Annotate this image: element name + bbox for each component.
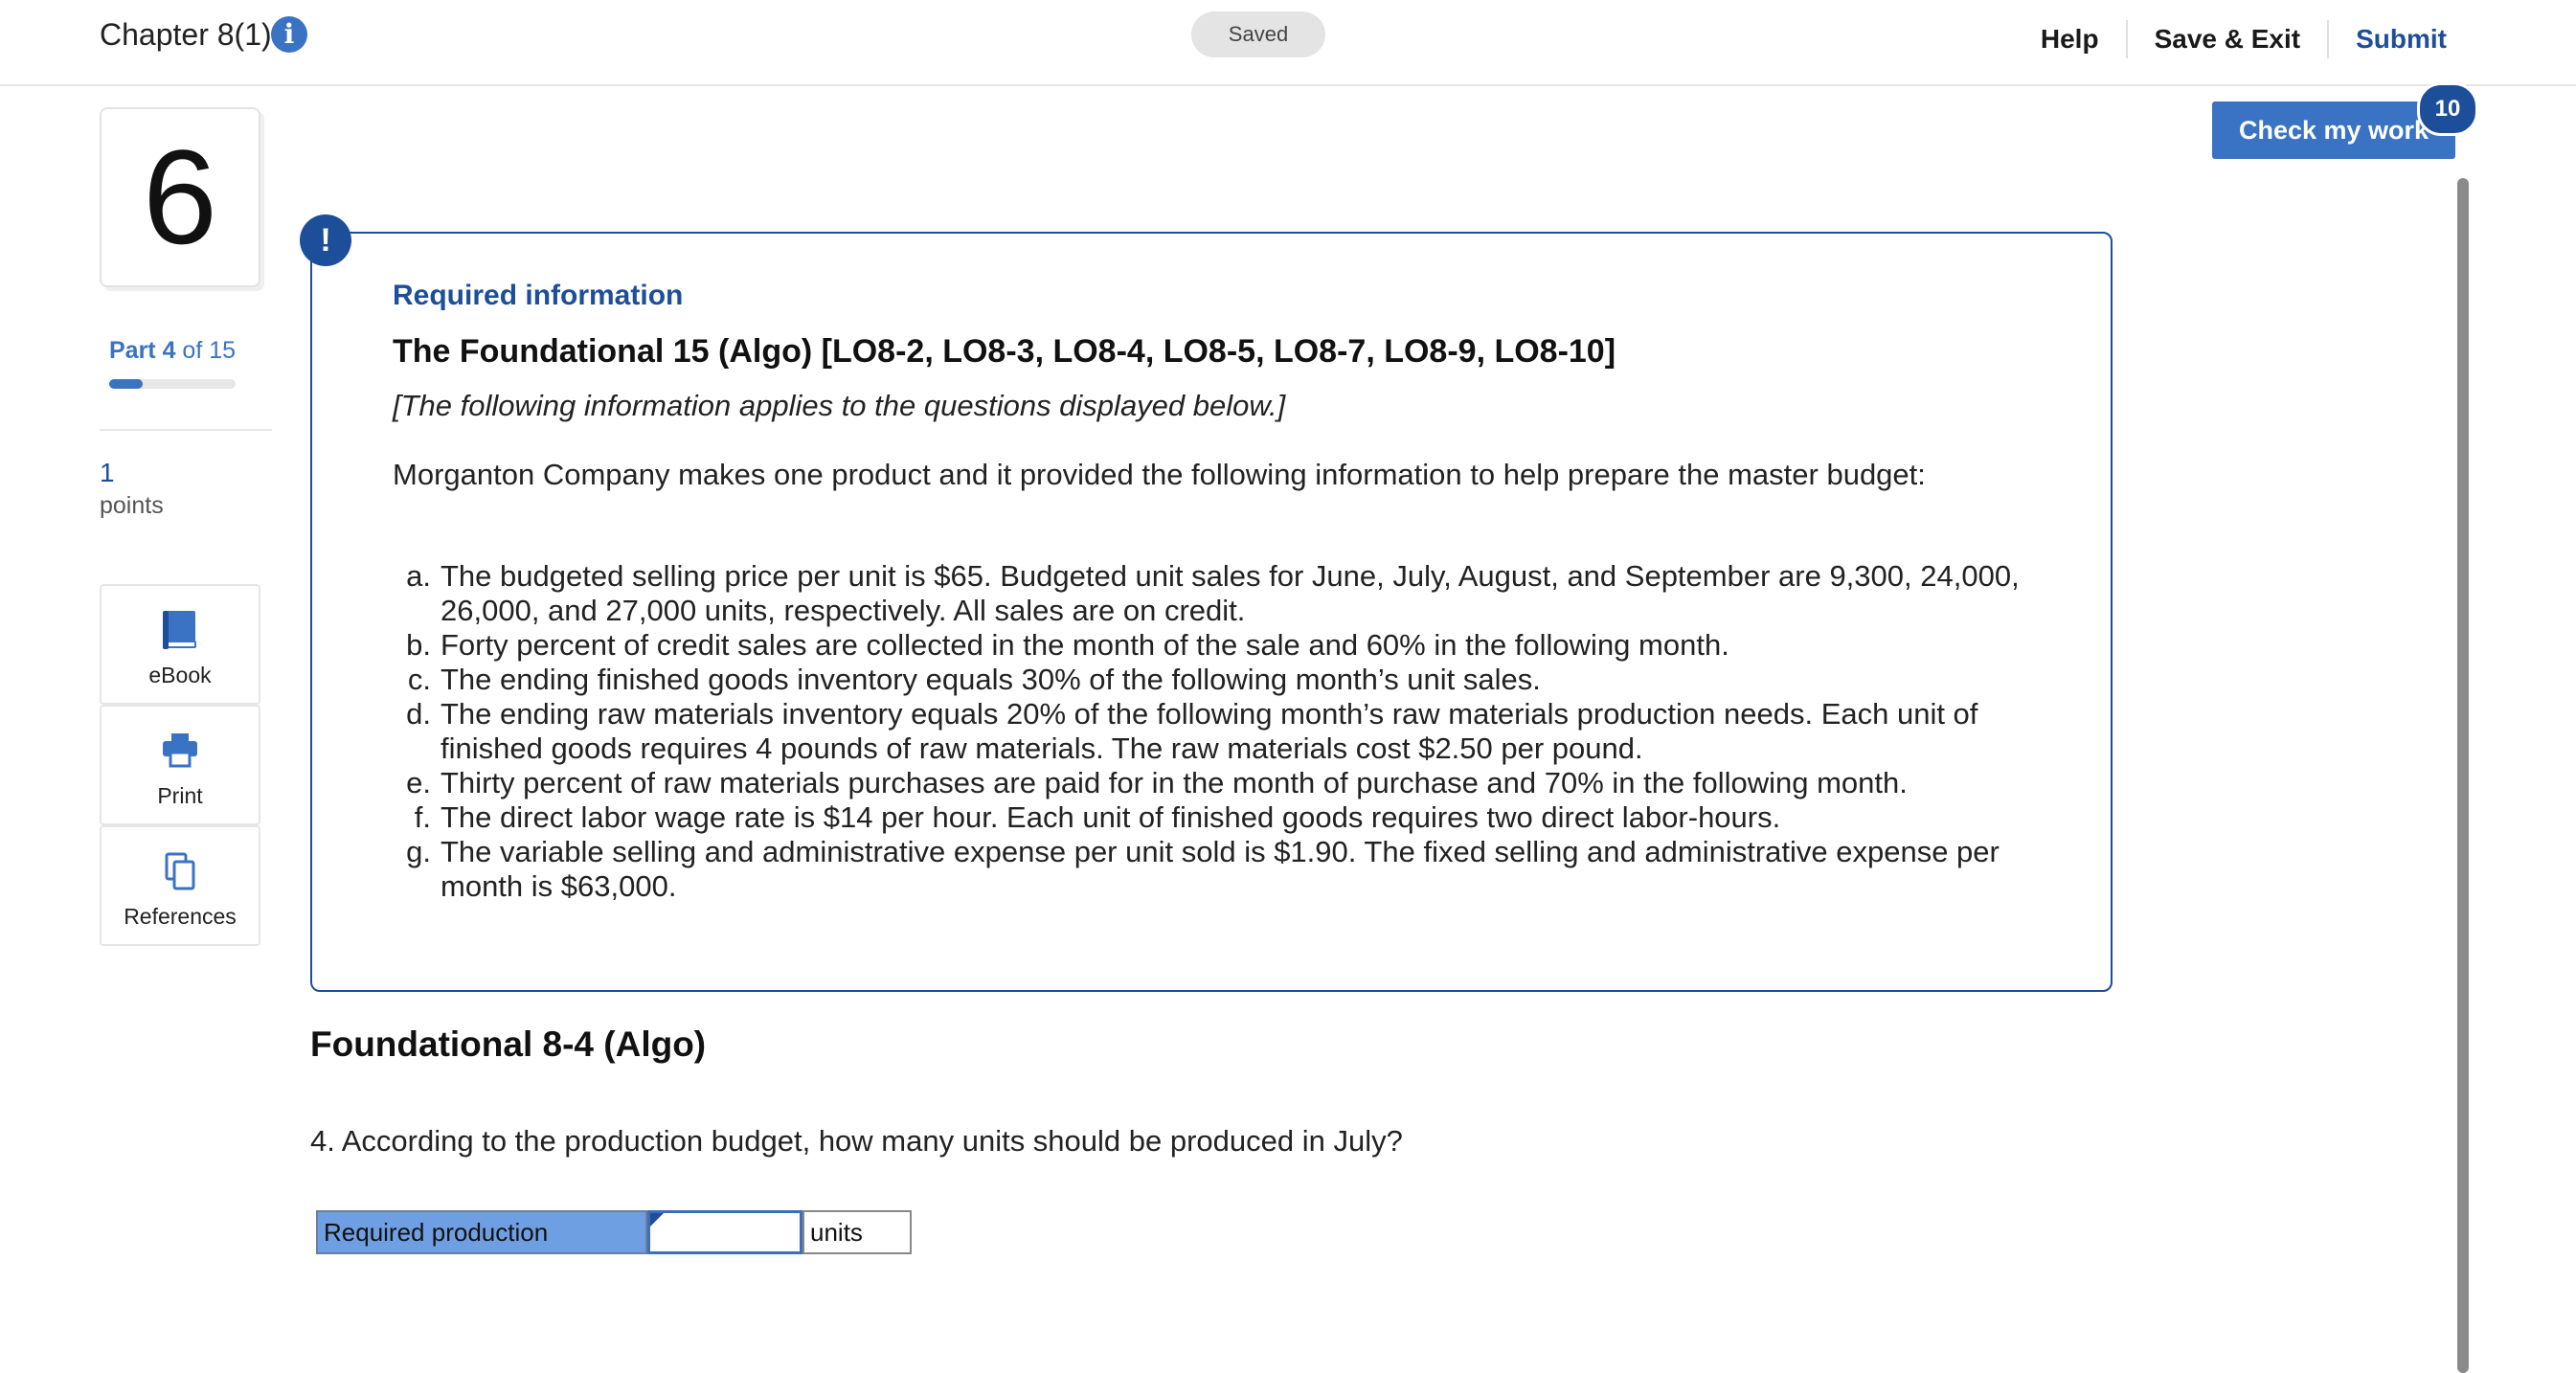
ebook-label: eBook [148,663,212,687]
ebook-button[interactable]: eBook [100,584,260,705]
item-text: Forty percent of credit sales are collec… [441,628,1729,662]
question-number: 6 [143,122,217,272]
required-production-input[interactable] [650,1213,800,1251]
chapter-title: Chapter 8(1) [100,17,272,52]
question-number-card: 6 [100,107,260,287]
question-title: Foundational 8-4 (Algo) [310,1024,707,1064]
top-nav: Help Save & Exit Submit [2014,17,2447,61]
saved-status-badge: Saved [1191,11,1325,57]
list-item: c. The ending finished goods inventory eq… [393,663,2040,697]
references-button[interactable]: References [100,825,260,946]
list-item: f. The direct labor wage rate is $14 per … [393,800,2040,835]
item-letter: e. [406,766,431,799]
submit-link[interactable]: Submit [2329,17,2447,61]
item-text: The ending finished goods inventory equa… [441,663,1541,696]
problem-intro: Morganton Company makes one product and … [393,458,1926,491]
help-link[interactable]: Help [2014,17,2126,61]
answer-row-label: Required production [316,1210,647,1254]
answer-table: Required production units [316,1210,912,1254]
item-letter: d. [406,697,431,731]
part-current: Part 4 [109,337,176,364]
given-information-list: a. The budgeted selling price per unit is… [393,559,2040,904]
page-scrollbar[interactable] [2457,178,2469,1373]
item-letter: a. [406,559,431,593]
answer-unit-label: units [802,1210,912,1254]
required-info-heading: Required information [393,280,684,311]
info-icon[interactable]: i [271,16,307,53]
print-button[interactable]: Print [100,705,260,825]
answer-input-cell[interactable] [647,1210,802,1254]
printer-icon [163,733,197,768]
points-label: points [100,492,164,519]
part-total: of 15 [175,337,237,364]
item-text: The direct labor wage rate is $14 per ho… [441,800,1781,834]
part-progress-bar [109,379,236,389]
part-progress-fill [109,379,144,389]
item-letter: b. [406,628,431,662]
item-letter: g. [406,835,431,868]
points-value: 1 [100,458,115,487]
question-text: 4. According to the production budget, h… [310,1124,1403,1158]
print-label: Print [157,783,203,808]
list-item: b. Forty percent of credit sales are coll… [393,628,2040,663]
alert-icon: ! [300,214,351,266]
list-item: g. The variable selling and administrativ… [393,835,2040,904]
sidebar-divider [100,429,272,431]
input-flag-icon [650,1213,664,1227]
item-letter: c. [407,663,431,696]
item-letter: f. [414,800,431,834]
list-item: d. The ending raw materials inventory equ… [393,697,2040,766]
copy-icon [165,852,195,890]
item-text: The ending raw materials inventory equal… [441,697,1978,765]
applies-note: [The following information applies to th… [393,389,1286,422]
book-icon [163,611,196,649]
top-header: Chapter 8(1) i Saved Help Save & Exit Su… [0,0,2576,86]
item-text: The budgeted selling price per unit is $… [441,559,2020,627]
attempts-remaining-badge: 10 [2417,82,2478,136]
part-indicator: Part 4 of 15 [109,337,236,365]
item-text: The variable selling and administrative … [441,835,2000,903]
problem-set-title: The Foundational 15 (Algo) [LO8-2, LO8-3… [393,333,1616,370]
references-label: References [124,904,237,929]
item-text: Thirty percent of raw materials purchase… [441,766,1908,799]
list-item: a. The budgeted selling price per unit is… [393,559,2040,628]
list-item: e. Thirty percent of raw materials purcha… [393,766,2040,800]
save-exit-link[interactable]: Save & Exit [2128,17,2328,61]
